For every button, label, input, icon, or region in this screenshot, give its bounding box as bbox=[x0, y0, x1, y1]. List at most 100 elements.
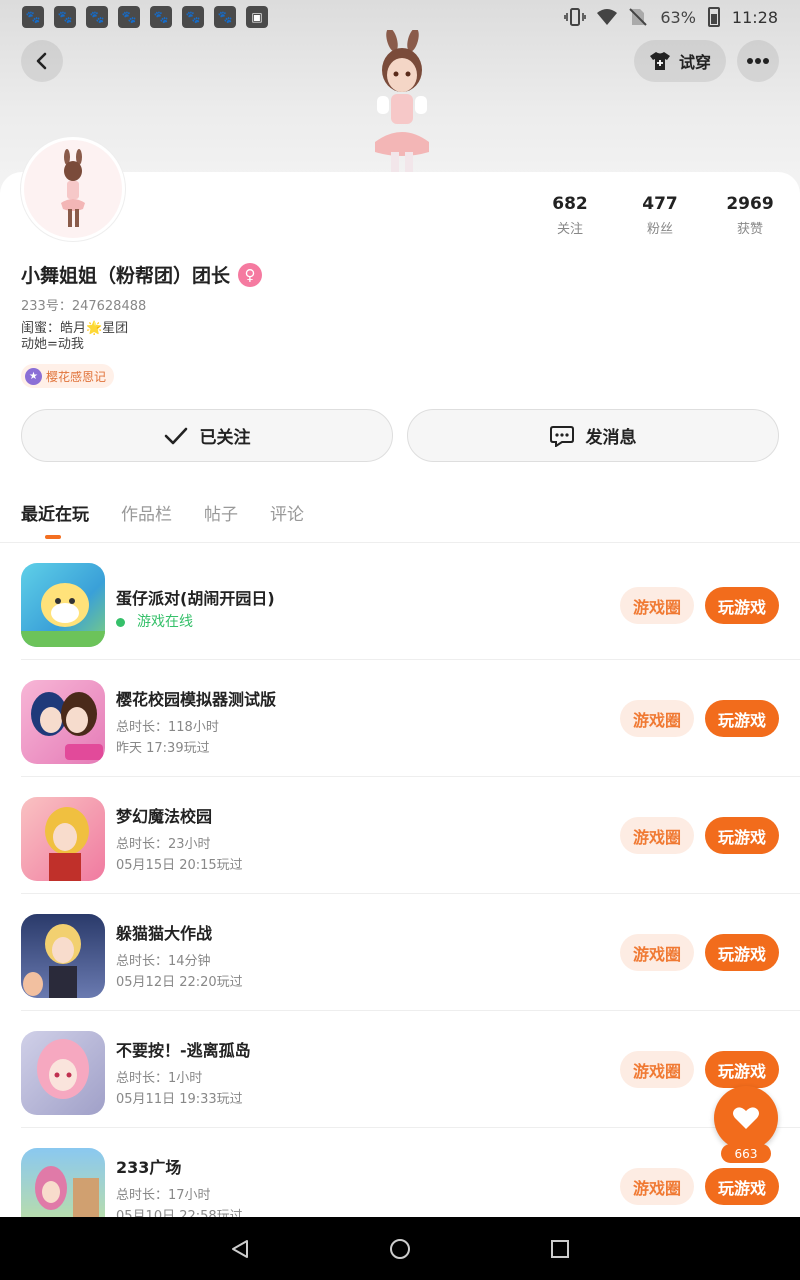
back-button[interactable] bbox=[21, 40, 63, 82]
play-game-button[interactable]: 玩游戏 bbox=[705, 817, 779, 854]
tab-label: 最近在玩 bbox=[21, 505, 89, 525]
play-game-button[interactable]: 玩游戏 bbox=[705, 1168, 779, 1205]
game-title: 梦幻魔法校园 bbox=[116, 807, 213, 826]
tab-comments[interactable]: 评论 bbox=[270, 500, 304, 535]
paw-icon: 🐾 bbox=[54, 6, 76, 28]
wifi-icon bbox=[596, 7, 618, 27]
checkmark-icon bbox=[164, 427, 187, 444]
stat-value: 682 bbox=[552, 194, 588, 214]
try-on-label: 试穿 bbox=[678, 53, 711, 72]
name-row: 小舞姐姐（粉帮团）团长 ♀ bbox=[21, 261, 263, 288]
following-label: 已关注 bbox=[199, 428, 251, 448]
paw-icon: 🐾 bbox=[118, 6, 140, 28]
game-circle-button[interactable]: 游戏圈 bbox=[620, 817, 694, 854]
bio-line: 闺蜜：皓月🌟星团 bbox=[21, 321, 129, 336]
stat-label: 关注 bbox=[556, 222, 583, 237]
game-circle-button[interactable]: 游戏圈 bbox=[620, 1168, 694, 1205]
game-duration: 总时长：14分钟 bbox=[116, 954, 211, 969]
try-on-button[interactable]: 试穿 bbox=[634, 40, 726, 82]
tab-label: 帖子 bbox=[204, 505, 238, 525]
following-button[interactable]: 已关注 bbox=[21, 409, 393, 462]
game-circle-button[interactable]: 游戏圈 bbox=[620, 934, 694, 971]
tab-label: 评论 bbox=[270, 505, 304, 525]
paw-icon: 🐾 bbox=[86, 6, 108, 28]
tab-recently-played[interactable]: 最近在玩 bbox=[21, 500, 89, 539]
circle-home-icon bbox=[390, 1238, 410, 1259]
paw-icon: 🐾 bbox=[182, 6, 204, 28]
bio-line: 动她=动我 bbox=[21, 337, 84, 352]
user-bio: 闺蜜：皓月🌟星团 动她=动我 bbox=[21, 321, 128, 353]
female-gender-icon: ♀ bbox=[238, 262, 263, 287]
play-game-button[interactable]: 玩游戏 bbox=[705, 934, 779, 971]
more-dots-icon bbox=[747, 58, 769, 64]
game-icon bbox=[21, 797, 105, 881]
profile-stats: 682 关注 477 粉丝 2969 获赞 bbox=[525, 194, 795, 237]
game-list-item[interactable]: 233广场 总时长：17小时 05月10日 22:58玩过 游戏圈 玩游戏 bbox=[21, 1128, 800, 1217]
game-list-item[interactable]: 不要按！-逃离孤岛 总时长：1小时 05月11日 19:33玩过 游戏圈 玩游戏 bbox=[21, 1011, 800, 1128]
game-duration: 总时长：1小时 bbox=[116, 1071, 203, 1086]
paw-icon: 🐾 bbox=[150, 6, 172, 28]
chevron-left-icon bbox=[36, 52, 47, 70]
game-last-played: 05月10日 22:58玩过 bbox=[116, 1209, 243, 1217]
game-list-item[interactable]: 躲猫猫大作战 总时长：14分钟 05月12日 22:20玩过 游戏圈 玩游戏 bbox=[21, 894, 800, 1011]
game-title: 233广场 bbox=[116, 1158, 182, 1177]
stat-label: 粉丝 bbox=[646, 222, 673, 237]
game-title: 不要按！-逃离孤岛 bbox=[116, 1041, 251, 1060]
game-circle-button[interactable]: 游戏圈 bbox=[620, 1051, 694, 1088]
game-last-played: 昨天 17:39玩过 bbox=[116, 741, 210, 756]
recent-games-list: 蛋仔派对(胡闹开园日) 游戏在线 游戏圈 玩游戏 樱花校园模拟器测试版 总时长：… bbox=[0, 543, 800, 1217]
play-game-button[interactable]: 玩游戏 bbox=[705, 700, 779, 737]
game-last-played: 05月12日 22:20玩过 bbox=[116, 975, 243, 990]
notification-icons: 🐾 🐾 🐾 🐾 🐾 🐾 🐾 ▣ bbox=[22, 6, 268, 28]
user-id: 233号：247628488 bbox=[21, 299, 147, 314]
stat-likes[interactable]: 2969 获赞 bbox=[705, 194, 795, 237]
shirt-icon bbox=[649, 52, 670, 70]
avatar-3d-figure bbox=[355, 28, 447, 175]
game-list-item[interactable]: 蛋仔派对(胡闹开园日) 游戏在线 游戏圈 玩游戏 bbox=[21, 543, 800, 660]
triangle-back-icon bbox=[232, 1239, 248, 1258]
status-bar: 🐾 🐾 🐾 🐾 🐾 🐾 🐾 ▣ 63% 11:28 bbox=[0, 0, 800, 34]
battery-icon bbox=[707, 7, 720, 27]
play-game-button[interactable]: 玩游戏 bbox=[705, 1051, 779, 1088]
heart-icon bbox=[733, 1107, 759, 1129]
game-circle-button[interactable]: 游戏圈 bbox=[620, 587, 694, 624]
game-icon bbox=[21, 680, 105, 764]
image-icon: ▣ bbox=[246, 6, 268, 28]
game-icon bbox=[21, 1148, 105, 1217]
active-tab-indicator bbox=[45, 535, 61, 539]
game-circle-button[interactable]: 游戏圈 bbox=[620, 700, 694, 737]
badge-icon: ★ bbox=[25, 367, 42, 385]
game-duration: 总时长：17小时 bbox=[116, 1188, 211, 1203]
game-title: 躲猫猫大作战 bbox=[116, 924, 213, 943]
game-list-item[interactable]: 樱花校园模拟器测试版 总时长：118小时 昨天 17:39玩过 游戏圈 玩游戏 bbox=[21, 660, 800, 777]
profile-avatar[interactable] bbox=[21, 137, 125, 241]
stat-value: 477 bbox=[642, 194, 678, 214]
avatar-thumbnail bbox=[61, 149, 85, 227]
nav-recents-button[interactable] bbox=[540, 1229, 580, 1269]
game-title: 蛋仔派对(胡闹开园日) bbox=[116, 589, 275, 608]
battery-percent: 63% bbox=[660, 7, 696, 27]
game-duration: 总时长：118小时 bbox=[116, 720, 219, 735]
clock: 11:28 bbox=[731, 7, 778, 27]
tab-works[interactable]: 作品栏 bbox=[121, 500, 172, 535]
square-recents-icon bbox=[551, 1239, 569, 1258]
game-list-item[interactable]: 梦幻魔法校园 总时长：23小时 05月15日 20:15玩过 游戏圈 玩游戏 bbox=[21, 777, 800, 894]
game-duration: 总时长：23小时 bbox=[116, 837, 211, 852]
tab-posts[interactable]: 帖子 bbox=[204, 500, 238, 535]
game-last-played: 05月11日 19:33玩过 bbox=[116, 1092, 243, 1107]
vibrate-icon bbox=[564, 7, 587, 27]
nav-back-button[interactable] bbox=[220, 1229, 260, 1269]
stat-value: 2969 bbox=[726, 194, 774, 214]
nav-home-button[interactable] bbox=[380, 1229, 420, 1269]
tab-label: 作品栏 bbox=[121, 505, 172, 525]
online-status: 游戏在线 bbox=[116, 611, 193, 631]
stat-following[interactable]: 682 关注 bbox=[525, 194, 615, 237]
play-game-button[interactable]: 玩游戏 bbox=[705, 587, 779, 624]
game-title: 樱花校园模拟器测试版 bbox=[116, 690, 277, 709]
stat-followers[interactable]: 477 粉丝 bbox=[615, 194, 705, 237]
more-options-button[interactable] bbox=[737, 40, 779, 82]
honor-tag-badge[interactable]: ★ 樱花感恩记 bbox=[21, 364, 115, 388]
paw-icon: 🐾 bbox=[214, 6, 236, 28]
like-button[interactable] bbox=[714, 1086, 778, 1150]
send-message-button[interactable]: 发消息 bbox=[407, 409, 779, 462]
